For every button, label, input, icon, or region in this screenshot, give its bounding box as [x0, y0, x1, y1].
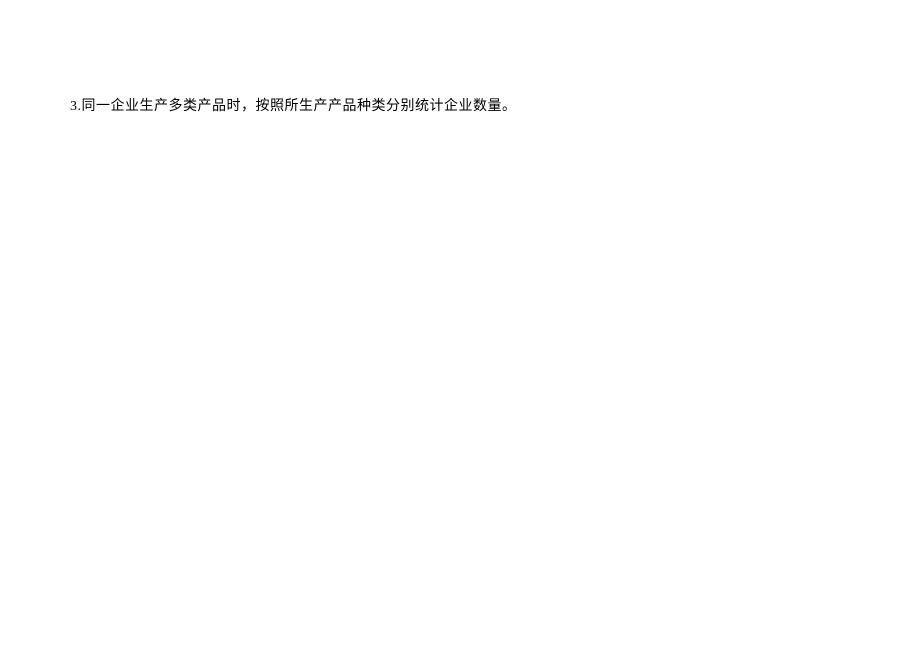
document-note-text: 3.同一企业生产多类产品时，按照所生产产品种类分别统计企业数量。 [70, 96, 517, 117]
